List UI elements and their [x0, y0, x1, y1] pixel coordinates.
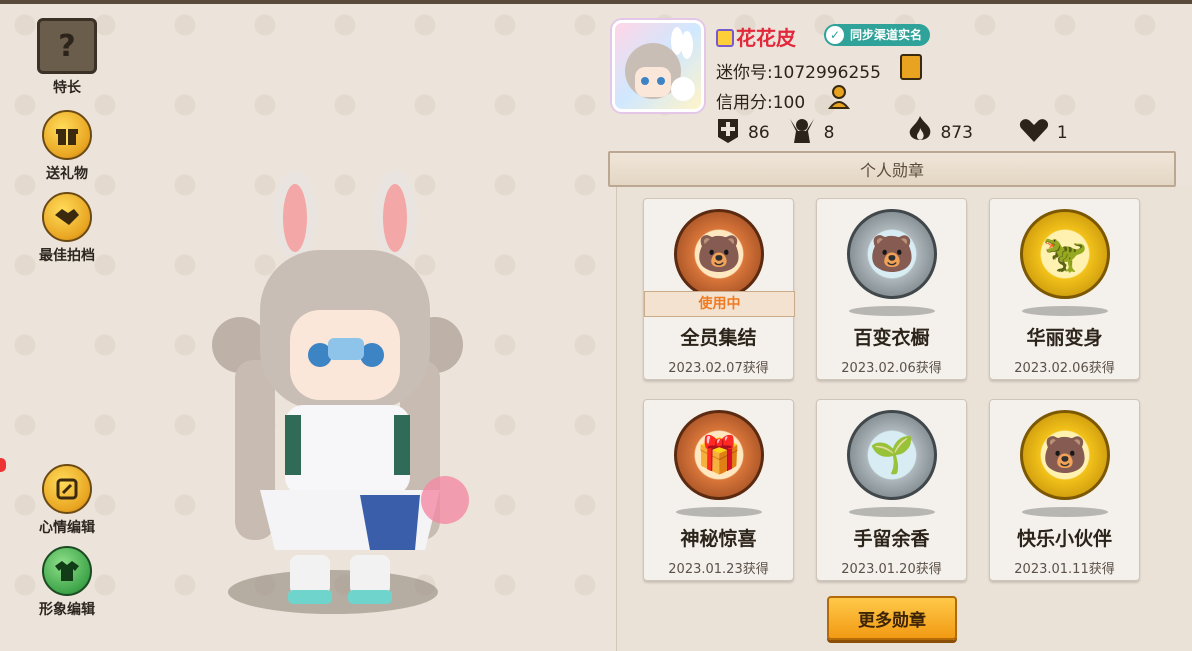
popularity-count: 873 [940, 123, 973, 143]
vip-badge-icon [716, 29, 734, 47]
appearance-edit-label: 形象编辑 [39, 602, 95, 618]
nickname: 花花皮 [716, 22, 796, 51]
gift-button[interactable]: 送礼物 [27, 110, 107, 183]
credit-score: 信用分:100 [716, 93, 806, 113]
medal-card[interactable]: 🌱 手留余香 2023.01.20获得 [816, 399, 967, 581]
medal-fragrance-icon: 🌱 [847, 410, 937, 500]
sync-realname-badge[interactable]: ✓ 同步渠道实名 [824, 24, 931, 46]
medal-shadow [849, 306, 935, 316]
medal-shadow [1022, 306, 1108, 316]
likes-stat[interactable]: 1 [1019, 118, 1068, 148]
popularity-stat[interactable]: 873 [908, 116, 973, 150]
medal-card[interactable]: 🐻 快乐小伙伴 2023.01.11获得 [989, 399, 1140, 581]
medal-name: 全员集结 [680, 327, 757, 349]
friends-stat[interactable]: 86 [716, 117, 770, 149]
handshake-icon [42, 192, 92, 242]
medal-date: 2023.02.07获得 [668, 361, 769, 376]
stats-row: 86 8 873 1 [716, 116, 1086, 150]
medal-card[interactable]: 🦖 华丽变身 2023.02.06获得 [989, 198, 1140, 380]
medal-name: 百变衣橱 [853, 327, 930, 349]
partner-button[interactable]: 最佳拍档 [27, 192, 107, 265]
medal-name: 华丽变身 [1026, 327, 1103, 349]
medal-date: 2023.01.23获得 [668, 562, 769, 577]
medal-name: 手留余香 [853, 528, 930, 550]
mini-id: 迷你号:1072996255 [716, 63, 881, 83]
gift-icon [42, 110, 92, 160]
outfit-icon [42, 546, 92, 596]
medal-date: 2023.01.11获得 [1014, 562, 1115, 577]
medal-shadow [849, 507, 935, 517]
profile-avatar[interactable] [612, 20, 704, 112]
medal-card[interactable]: 🎁 神秘惊喜 2023.01.23获得 [643, 399, 794, 581]
medal-surprise-icon: 🎁 [674, 410, 764, 500]
likes-count: 1 [1056, 123, 1068, 143]
nickname-text: 花花皮 [736, 26, 796, 50]
medal-name: 快乐小伙伴 [1016, 528, 1112, 550]
friends-count: 86 [748, 123, 770, 143]
fans-stat[interactable]: 8 [788, 117, 835, 149]
medal-date: 2023.02.06获得 [1014, 361, 1115, 376]
character-illustration [212, 170, 469, 604]
character-avatar[interactable] [200, 170, 500, 620]
mood-edit-label: 心情编辑 [39, 520, 95, 536]
medal-shadow [676, 507, 762, 517]
medal-buddies-icon: 🐻 [1020, 410, 1110, 500]
add-friend-icon [716, 117, 740, 149]
appearance-edit-button[interactable]: 形象编辑 [27, 546, 107, 619]
partner-label: 最佳拍档 [39, 248, 95, 264]
top-border [0, 0, 1192, 4]
heart-icon [1019, 118, 1049, 148]
edit-icon [42, 464, 92, 514]
specialty-button[interactable]: ? 特长 [27, 18, 107, 97]
medals-panel-title: 个人勋章 [608, 151, 1176, 187]
fans-icon [788, 117, 816, 149]
credit-icon[interactable] [827, 84, 854, 110]
more-medals-button[interactable]: 更多勋章 [827, 596, 957, 640]
medal-date: 2023.02.06获得 [841, 361, 942, 376]
medal-date: 2023.01.20获得 [841, 562, 942, 577]
fans-count: 8 [823, 123, 835, 143]
question-icon: ? [37, 18, 97, 74]
flame-icon [908, 116, 932, 150]
sync-badge-text: 同步渠道实名 [850, 28, 923, 42]
medal-shadow [1022, 507, 1108, 517]
user-verify-icon: ✓ [826, 26, 844, 44]
gift-label: 送礼物 [46, 166, 88, 182]
medal-transform-icon: 🦖 [1020, 209, 1110, 299]
medal-name: 神秘惊喜 [680, 528, 757, 550]
medal-card[interactable]: 🐻 使用中 全员集结 2023.02.07获得 [643, 198, 795, 380]
medal-card[interactable]: 🐻 百变衣橱 2023.02.06获得 [816, 198, 967, 380]
in-use-label: 使用中 [644, 291, 795, 317]
copy-icon[interactable] [900, 54, 922, 80]
medal-assemble-icon: 🐻 [674, 209, 764, 299]
specialty-label: 特长 [53, 80, 81, 96]
mood-edit-button[interactable]: 心情编辑 [27, 464, 107, 537]
medal-wardrobe-icon: 🐻 [847, 209, 937, 299]
